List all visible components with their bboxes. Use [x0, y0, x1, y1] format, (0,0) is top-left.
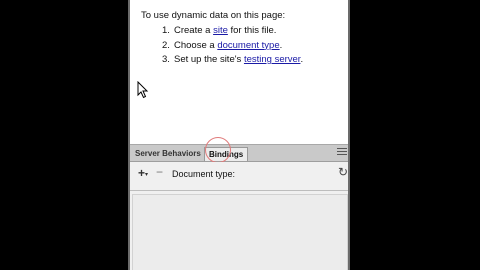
click-highlight-ring [205, 137, 231, 163]
step-text: Create a [174, 25, 214, 36]
bindings-panel-window: To use dynamic data on this page: 1. Crea… [128, 0, 350, 270]
refresh-icon[interactable]: ↻ [338, 165, 348, 179]
instructions-steps: 1. Create a site for this file. 2. Choose … [162, 24, 303, 68]
remove-binding-button[interactable]: − [156, 165, 163, 179]
toolbar-divider [130, 190, 348, 191]
step-text: . [300, 54, 304, 65]
bindings-toolbar: + ▾ − Document type: ↻ [130, 162, 348, 186]
add-dropdown-arrow-icon[interactable]: ▾ [145, 171, 148, 178]
step-number: 3. [162, 54, 170, 65]
panel-right-border [348, 0, 350, 270]
panel-options-icon[interactable] [337, 148, 347, 157]
step-text: Set up the site's [174, 54, 244, 65]
step-number: 2. [162, 39, 170, 51]
testing-server-link[interactable]: testing server [244, 54, 301, 65]
instruction-step: 3. Set up the site's testing server. [162, 53, 303, 68]
dynamic-data-instructions: To use dynamic data on this page: 1. Crea… [130, 0, 348, 144]
site-link[interactable]: site [213, 25, 228, 36]
step-text: Choose a [174, 39, 218, 51]
arrow-cursor-icon [137, 81, 149, 99]
step-text: for this file. [227, 25, 277, 36]
add-binding-button[interactable]: + [138, 166, 145, 180]
tab-server-behaviors[interactable]: Server Behaviors [131, 147, 205, 161]
instruction-step: 2. Choose a document type. [162, 39, 303, 54]
instruction-step: 1. Create a site for this file. [162, 24, 303, 39]
step-number: 1. [162, 25, 170, 36]
document-type-link[interactable]: document type [217, 40, 279, 51]
step-text: . [279, 39, 283, 51]
panel-left-border [128, 0, 130, 270]
panel-tab-bar: Server Behaviors Bindings [130, 144, 348, 162]
bindings-list[interactable] [132, 194, 348, 270]
document-type-label: Document type: [172, 169, 236, 179]
instructions-intro: To use dynamic data on this page: [141, 10, 286, 21]
